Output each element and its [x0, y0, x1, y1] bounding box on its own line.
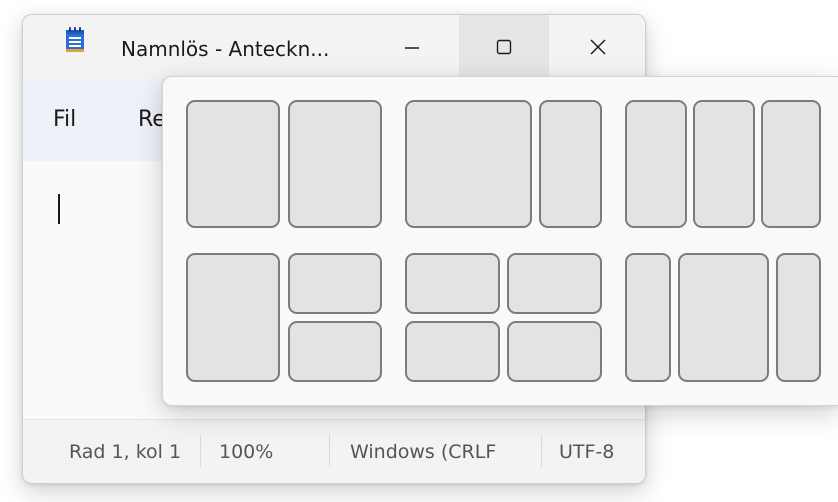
minimize-button[interactable] [367, 15, 457, 79]
snap-zone-center-wide[interactable] [678, 253, 769, 382]
close-icon [590, 39, 606, 55]
snap-zone-left-two-thirds[interactable] [405, 100, 532, 228]
status-zoom: 100% [219, 441, 274, 463]
status-separator [200, 435, 201, 467]
snap-zone-bottom-left-quarter[interactable] [405, 321, 500, 382]
minimize-icon [405, 47, 419, 49]
snap-zone-left-narrow[interactable] [625, 253, 671, 382]
window-title: Namnlös - Anteckn... [121, 37, 330, 61]
maximize-button[interactable] [459, 15, 549, 79]
status-encoding: UTF-8 [559, 441, 615, 463]
snap-zone-left-half[interactable] [186, 100, 280, 228]
snap-zone-top-right-quarter[interactable] [288, 253, 382, 314]
status-separator [541, 435, 542, 467]
close-button[interactable] [553, 15, 643, 79]
status-separator [329, 435, 330, 467]
snap-zone-top-right-quarter[interactable] [507, 253, 602, 314]
snap-zone-center-third[interactable] [693, 100, 755, 228]
snap-zone-right-third[interactable] [761, 100, 821, 228]
status-line-ending: Windows (CRLF [350, 441, 497, 463]
snap-zone-bottom-right-quarter[interactable] [507, 321, 602, 382]
title-bar[interactable]: Namnlös - Anteckn... [23, 15, 645, 79]
snap-zone-right-third[interactable] [539, 100, 602, 228]
maximize-icon [496, 39, 512, 55]
snap-zone-top-left-quarter[interactable] [405, 253, 500, 314]
text-caret [58, 194, 60, 224]
snap-zone-left-half[interactable] [186, 253, 280, 382]
status-position: Rad 1, kol 1 [69, 441, 182, 463]
snap-zone-left-third[interactable] [625, 100, 687, 228]
snap-layouts-flyout [162, 76, 838, 406]
menu-file[interactable]: Fil [53, 107, 76, 132]
snap-zone-right-half[interactable] [288, 100, 382, 228]
notepad-icon [66, 27, 84, 52]
snap-zone-right-narrow[interactable] [776, 253, 821, 382]
snap-zone-bottom-right-quarter[interactable] [288, 321, 382, 382]
